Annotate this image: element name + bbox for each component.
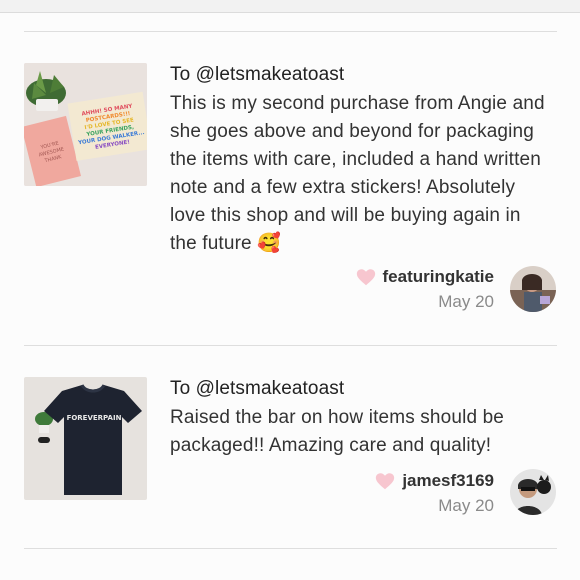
review-date: May 20 xyxy=(438,292,494,311)
review-recipient: To @letsmakeatoast xyxy=(170,64,344,86)
review-recipient: To @letsmakeatoast xyxy=(170,378,344,400)
review-text: Raised the bar on how items should be pa… xyxy=(170,407,505,456)
recipient-handle-link[interactable]: @letsmakeatoast xyxy=(196,64,345,85)
recipient-prefix: To xyxy=(170,64,196,85)
review-photo[interactable]: FOREVERPAIN xyxy=(24,377,147,500)
divider xyxy=(24,31,557,32)
divider xyxy=(24,345,557,346)
recipient-handle-link[interactable]: @letsmakeatoast xyxy=(196,378,345,399)
review-photo-image: FOREVERPAIN xyxy=(24,377,147,500)
username-link[interactable]: featuringkatie xyxy=(383,267,494,287)
svg-text:FOREVERPAIN: FOREVERPAIN xyxy=(67,414,122,422)
review-text: This is my second purchase from Angie an… xyxy=(170,93,545,254)
review-photo-image: YOU'RE AWESOME THANK AHHH! SO MANY POSTC… xyxy=(24,63,147,186)
review-meta: jamesf3169 May 20 xyxy=(374,470,494,516)
user-row: featuringkatie xyxy=(355,266,494,288)
avatar-image xyxy=(510,469,556,515)
avatar[interactable] xyxy=(510,469,556,515)
user-row: jamesf3169 xyxy=(374,470,494,492)
heart-icon[interactable] xyxy=(374,470,396,492)
avatar[interactable] xyxy=(510,266,556,312)
review-meta: featuringkatie May 20 xyxy=(355,266,494,312)
top-bar xyxy=(0,0,580,13)
heart-icon[interactable] xyxy=(355,266,377,288)
avatar-image xyxy=(510,266,556,312)
divider xyxy=(24,548,557,549)
review-photo[interactable]: YOU'RE AWESOME THANK AHHH! SO MANY POSTC… xyxy=(24,63,147,186)
username-link[interactable]: jamesf3169 xyxy=(402,471,494,491)
review-date: May 20 xyxy=(438,496,494,515)
recipient-prefix: To xyxy=(170,378,196,399)
